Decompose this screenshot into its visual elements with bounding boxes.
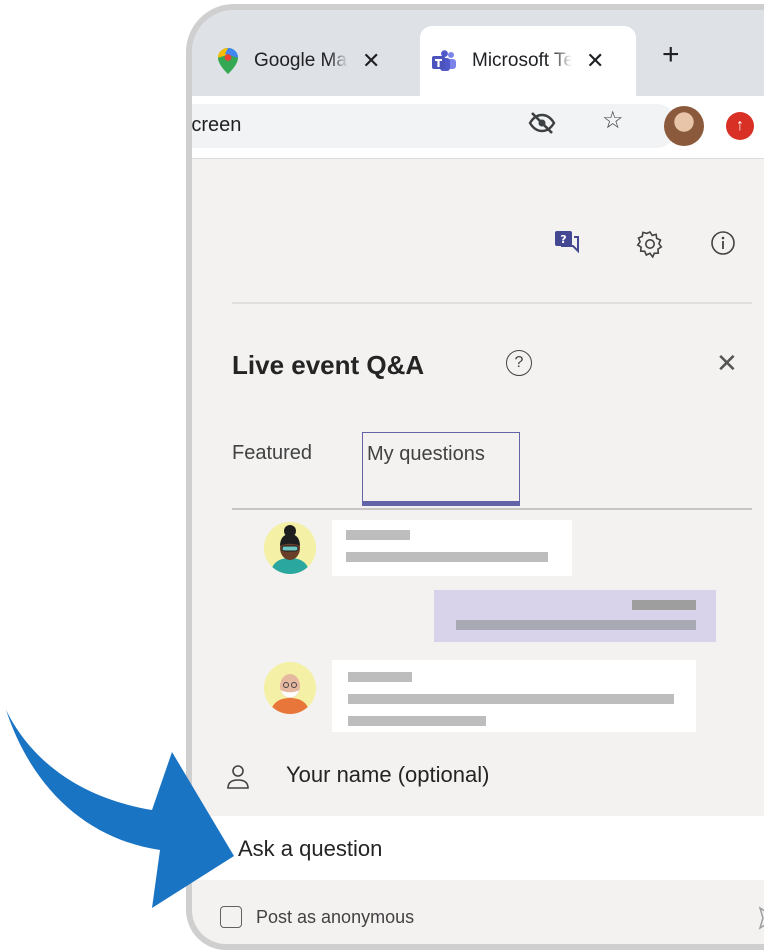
question-card bbox=[332, 660, 696, 732]
placeholder-line bbox=[348, 694, 674, 704]
close-tab-icon[interactable]: ✕ bbox=[586, 48, 604, 74]
profile-avatar[interactable] bbox=[664, 106, 704, 146]
page-title: Live event Q&A bbox=[232, 350, 425, 380]
own-question-card bbox=[434, 590, 716, 642]
placeholder-line bbox=[632, 600, 696, 610]
placeholder-line bbox=[348, 672, 412, 682]
update-icon[interactable]: ↑ bbox=[726, 112, 754, 140]
tab-microsoft-teams[interactable]: Microsoft Teams ✕ bbox=[420, 26, 636, 96]
placeholder-line bbox=[346, 530, 410, 540]
placeholder-line bbox=[456, 620, 696, 630]
close-tab-icon[interactable]: ✕ bbox=[362, 48, 380, 74]
browser-tab-bar: Google Maps ✕ Microsoft Teams ✕ + bbox=[192, 10, 764, 96]
svg-text:?: ? bbox=[560, 233, 566, 246]
tab-title: Microsoft Teams bbox=[472, 50, 572, 71]
avatar bbox=[264, 662, 316, 714]
qa-icon[interactable]: ? bbox=[554, 230, 580, 256]
divider bbox=[232, 508, 752, 510]
close-icon[interactable]: ✕ bbox=[716, 348, 738, 379]
anonymous-label: Post as anonymous bbox=[256, 907, 415, 927]
maps-pin-icon bbox=[218, 48, 238, 74]
device-frame: Google Maps ✕ Microsoft Teams ✕ + kScree… bbox=[186, 4, 764, 950]
question-card bbox=[332, 520, 572, 576]
tab-my-questions[interactable]: My questions bbox=[362, 432, 520, 506]
avatar bbox=[264, 522, 316, 574]
new-tab-icon[interactable]: + bbox=[662, 38, 680, 72]
gear-icon[interactable] bbox=[636, 230, 664, 258]
question-input-row bbox=[192, 816, 764, 880]
pointer-arrow-icon bbox=[6, 710, 234, 908]
address-bar-row: kScreen ☆ ↑ bbox=[192, 96, 764, 159]
name-field-label: Your name (optional) bbox=[286, 762, 490, 787]
divider bbox=[232, 302, 752, 304]
tab-featured[interactable]: Featured bbox=[232, 442, 312, 465]
info-icon[interactable] bbox=[710, 230, 736, 256]
help-icon[interactable]: ? bbox=[506, 350, 532, 376]
bookmark-star-icon[interactable]: ☆ bbox=[602, 106, 624, 135]
placeholder-line bbox=[346, 552, 548, 562]
eye-off-icon[interactable] bbox=[528, 110, 556, 136]
placeholder-line bbox=[348, 716, 486, 726]
url-text: kScreen bbox=[191, 114, 242, 136]
tab-label: My questions bbox=[367, 443, 485, 465]
tab-title: Google Maps bbox=[254, 50, 348, 71]
tab-google-maps[interactable]: Google Maps ✕ bbox=[218, 26, 408, 96]
question-input[interactable] bbox=[236, 830, 740, 868]
tab-selected-underline bbox=[363, 501, 519, 506]
send-icon[interactable] bbox=[758, 906, 764, 930]
teams-icon bbox=[432, 50, 456, 71]
